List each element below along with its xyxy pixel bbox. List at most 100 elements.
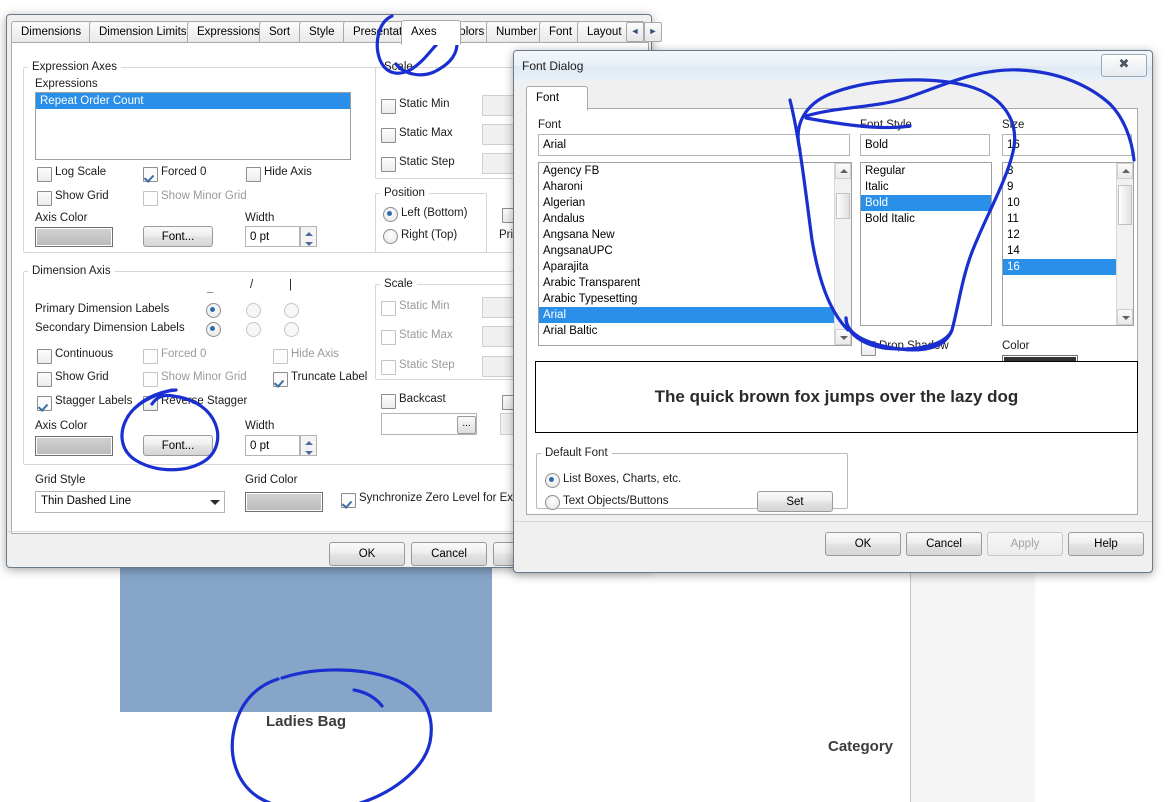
font-style-list[interactable]: Regular Italic Bold Bold Italic <box>860 162 992 326</box>
tab-next-button[interactable]: ► <box>644 22 662 42</box>
checkbox-backcast[interactable] <box>381 394 396 409</box>
orientation-header-diagonal: / <box>250 279 254 291</box>
scroll-up-icon[interactable] <box>835 163 851 179</box>
checkbox-truncate-label[interactable] <box>273 372 288 387</box>
checkbox-show-grid[interactable] <box>37 191 52 206</box>
label-primary-dimension-labels: Primary Dimension Labels <box>35 303 170 315</box>
label-dim-hide-axis: Hide Axis <box>291 348 339 360</box>
label-log-scale: Log Scale <box>55 166 107 178</box>
scrollbar-thumb[interactable] <box>1118 185 1132 225</box>
font-style-input[interactable]: Bold <box>860 134 990 156</box>
list-item[interactable]: Arial Baltic <box>539 323 851 339</box>
font-dialog-help-button[interactable]: Help <box>1068 532 1144 556</box>
font-size-list[interactable]: 8 9 10 11 12 14 16 <box>1002 162 1134 326</box>
radio-primary-vertical[interactable] <box>284 303 299 318</box>
list-item[interactable]: Italic <box>861 179 991 195</box>
checkbox-log-scale[interactable] <box>37 167 52 182</box>
font-list[interactable]: Agency FB Aharoni Algerian Andalus Angsa… <box>538 162 852 346</box>
tab-prev-button[interactable]: ◄ <box>626 22 644 42</box>
width-input-expression[interactable]: 0 pt <box>245 226 300 247</box>
axis-color-swatch-expression[interactable] <box>35 227 113 247</box>
list-item[interactable]: Regular <box>861 163 991 179</box>
scroll-up-icon[interactable] <box>1117 163 1133 179</box>
list-item[interactable]: Bold Italic <box>861 211 991 227</box>
checkbox-forced-zero[interactable] <box>143 167 158 182</box>
radio-primary-diagonal[interactable] <box>246 303 261 318</box>
list-item[interactable]: Arabic Typesetting <box>539 291 851 307</box>
list-item[interactable]: Aparajita <box>539 259 851 275</box>
list-item[interactable]: AngsanaUPC <box>539 243 851 259</box>
scroll-down-icon[interactable] <box>835 329 851 345</box>
radio-primary-horizontal[interactable] <box>206 303 221 318</box>
label-color: Color <box>1002 340 1030 352</box>
expressions-listbox[interactable]: Repeat Order Count <box>35 92 351 160</box>
font-dialog-cancel-button[interactable]: Cancel <box>906 532 982 556</box>
label-static-min-expression: Static Min <box>399 98 450 110</box>
list-item[interactable]: 12 <box>1003 227 1133 243</box>
radio-position-left-bottom[interactable] <box>383 207 398 222</box>
list-item[interactable]: Algerian <box>539 195 851 211</box>
checkbox-dim-show-grid[interactable] <box>37 372 52 387</box>
label-size: Size <box>1002 119 1025 131</box>
checkbox-stagger-labels[interactable] <box>37 396 52 411</box>
radio-secondary-horizontal[interactable] <box>206 322 221 337</box>
width-spinner-expression[interactable] <box>300 226 317 247</box>
width-spinner-dimension[interactable] <box>300 435 317 456</box>
scroll-down-icon[interactable] <box>1117 309 1133 325</box>
list-item[interactable]: Aharoni <box>539 179 851 195</box>
list-item[interactable]: Angsana New <box>539 227 851 243</box>
radio-secondary-vertical[interactable] <box>284 322 299 337</box>
font-dialog-ok-button[interactable]: OK <box>825 532 901 556</box>
properties-cancel-button[interactable]: Cancel <box>411 542 487 566</box>
chart-axis-label: Category <box>828 738 894 755</box>
scrollbar-thumb[interactable] <box>836 193 850 219</box>
list-item[interactable]: Arabic Transparent <box>539 275 851 291</box>
font-name-input[interactable]: Arial <box>538 134 850 156</box>
font-list-scrollbar[interactable] <box>834 163 851 345</box>
close-icon[interactable]: ✖ <box>1101 54 1147 77</box>
list-item[interactable]: Arial <box>539 307 851 323</box>
set-default-font-button[interactable]: Set <box>757 491 833 512</box>
tab-axes[interactable]: Axes <box>401 20 461 45</box>
list-item[interactable]: 9 <box>1003 179 1133 195</box>
dimension-font-button[interactable]: Font... <box>143 435 213 456</box>
width-input-dimension[interactable]: 0 pt <box>245 435 300 456</box>
label-dim-show-grid: Show Grid <box>55 371 109 383</box>
backcast-browse-button[interactable]: ... <box>457 416 476 434</box>
checkbox-hide-axis[interactable] <box>246 167 261 182</box>
axis-color-swatch-dimension[interactable] <box>35 436 113 456</box>
checkbox-drop-shadow[interactable] <box>861 341 876 356</box>
grid-color-swatch[interactable] <box>245 492 323 512</box>
font-dialog-title: Font Dialog <box>522 59 584 73</box>
checkbox-dim-hide-axis <box>273 349 288 364</box>
list-item[interactable]: 16 <box>1003 259 1133 275</box>
radio-secondary-diagonal[interactable] <box>246 322 261 337</box>
radio-default-list-boxes[interactable] <box>545 473 560 488</box>
list-item[interactable]: 11 <box>1003 211 1133 227</box>
font-size-scrollbar[interactable] <box>1116 163 1133 325</box>
list-item[interactable]: 14 <box>1003 243 1133 259</box>
list-item[interactable]: Bold <box>861 195 991 211</box>
radio-position-right-top[interactable] <box>383 229 398 244</box>
font-dialog-tabstrip: Font <box>526 86 1136 111</box>
list-item[interactable]: 8 <box>1003 163 1133 179</box>
properties-ok-button[interactable]: OK <box>329 542 405 566</box>
label-position-right-top: Right (Top) <box>401 229 458 241</box>
list-item[interactable]: 10 <box>1003 195 1133 211</box>
checkbox-reverse-stagger[interactable] <box>143 396 158 411</box>
list-item[interactable]: Agency FB <box>539 163 851 179</box>
expression-scale-title: Scale <box>384 61 413 73</box>
checkbox-synchronize-zero-level[interactable] <box>341 493 356 508</box>
checkbox-static-step-expression[interactable] <box>381 157 396 172</box>
radio-default-text-objects[interactable] <box>545 495 560 510</box>
list-item[interactable]: Repeat Order Count <box>36 93 350 109</box>
checkbox-static-max-expression[interactable] <box>381 128 396 143</box>
checkbox-static-min-expression[interactable] <box>381 99 396 114</box>
font-size-input[interactable]: 16 <box>1002 134 1132 156</box>
checkbox-continuous[interactable] <box>37 349 52 364</box>
chart-bar-ladies-bag[interactable] <box>120 562 492 712</box>
grid-style-combobox[interactable]: Thin Dashed Line <box>35 491 225 513</box>
tab-font[interactable]: Font <box>526 86 588 111</box>
list-item[interactable]: Andalus <box>539 211 851 227</box>
expression-font-button[interactable]: Font... <box>143 226 213 247</box>
